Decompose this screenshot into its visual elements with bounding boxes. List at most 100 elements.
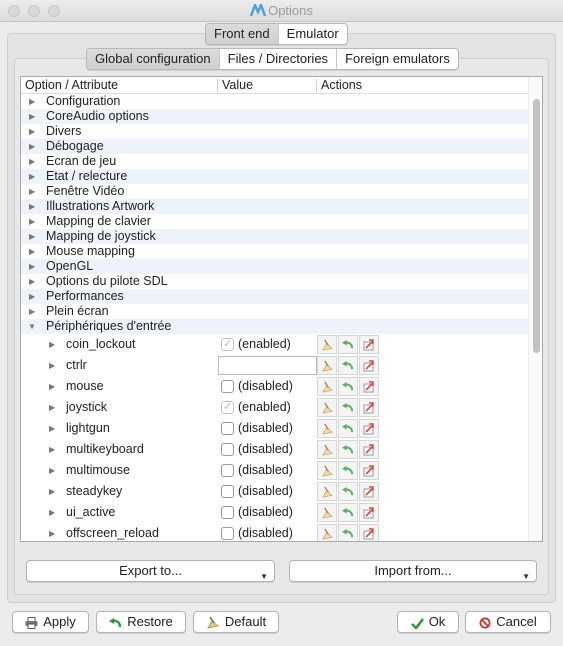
option-row-lightgun[interactable]: ▶ lightgun (disabled): [21, 418, 528, 439]
header-value[interactable]: Value: [218, 77, 253, 94]
tab-foreign-emulators[interactable]: Foreign emulators: [337, 49, 458, 69]
option-row-mouse[interactable]: ▶ mouse (disabled): [21, 376, 528, 397]
expand-arrow-icon[interactable]: ▶: [49, 460, 55, 481]
tab-files-directories[interactable]: Files / Directories: [220, 49, 338, 69]
export-button[interactable]: Export to... ▼: [26, 560, 275, 582]
revert-action-button[interactable]: [359, 503, 379, 522]
tree-category-row[interactable]: ▶ Débogage: [21, 139, 528, 154]
expand-arrow-icon[interactable]: ▶: [49, 502, 55, 523]
revert-action-button[interactable]: [359, 419, 379, 438]
expand-arrow-icon[interactable]: ▶: [29, 244, 35, 259]
tree-category-row[interactable]: ▶ CoreAudio options: [21, 109, 528, 124]
option-checkbox[interactable]: [221, 422, 234, 435]
revert-action-button[interactable]: [359, 398, 379, 417]
tree-category-row[interactable]: ▶ Etat / relecture: [21, 169, 528, 184]
option-row-offscreen-reload[interactable]: ▶ offscreen_reload (disabled): [21, 523, 528, 541]
restore-action-button[interactable]: [338, 482, 358, 501]
revert-action-button[interactable]: [359, 461, 379, 480]
scrollbar-thumb[interactable]: [533, 99, 540, 353]
expand-arrow-icon[interactable]: ▶: [29, 274, 35, 289]
tree-category-row[interactable]: ▶ Divers: [21, 124, 528, 139]
tree-category-row[interactable]: ▶ OpenGL: [21, 259, 528, 274]
option-checkbox[interactable]: [221, 443, 234, 456]
expand-arrow-icon[interactable]: ▶: [29, 229, 35, 244]
broom-action-button[interactable]: [317, 377, 337, 396]
options-tree[interactable]: Option / Attribute Value Actions ▶ Config…: [20, 76, 543, 542]
ok-button[interactable]: Ok: [397, 611, 459, 633]
revert-action-button[interactable]: [359, 524, 379, 541]
expand-arrow-icon[interactable]: ▶: [29, 214, 35, 229]
option-checkbox[interactable]: [221, 380, 234, 393]
tree-category-row[interactable]: ▶ Mapping de joystick: [21, 229, 528, 244]
broom-action-button[interactable]: [317, 461, 337, 480]
expand-arrow-icon[interactable]: ▶: [29, 109, 35, 124]
revert-action-button[interactable]: [359, 335, 379, 354]
restore-action-button[interactable]: [338, 440, 358, 459]
header-actions[interactable]: Actions: [317, 77, 362, 94]
broom-action-button[interactable]: [317, 440, 337, 459]
expand-arrow-icon[interactable]: ▶: [29, 289, 35, 304]
expand-arrow-icon[interactable]: ▶: [49, 334, 55, 355]
tree-category-row[interactable]: ▶ Mouse mapping: [21, 244, 528, 259]
restore-action-button[interactable]: [338, 524, 358, 541]
tree-category-row[interactable]: ▶ Mapping de clavier: [21, 214, 528, 229]
broom-action-button[interactable]: [317, 356, 337, 375]
broom-action-button[interactable]: [317, 482, 337, 501]
expand-arrow-icon[interactable]: ▶: [29, 139, 35, 154]
restore-button[interactable]: Restore: [96, 611, 186, 633]
option-row-coin-lockout[interactable]: ▶ coin_lockout (enabled): [21, 334, 528, 355]
collapse-arrow-icon[interactable]: ▼: [28, 319, 36, 334]
expand-arrow-icon[interactable]: ▶: [29, 169, 35, 184]
expand-arrow-icon[interactable]: ▶: [49, 418, 55, 439]
restore-action-button[interactable]: [338, 335, 358, 354]
revert-action-button[interactable]: [359, 482, 379, 501]
default-button[interactable]: Default: [193, 611, 279, 633]
restore-action-button[interactable]: [338, 377, 358, 396]
broom-action-button[interactable]: [317, 503, 337, 522]
tab-front-end[interactable]: Front end: [206, 24, 279, 44]
option-row-multikeyboard[interactable]: ▶ multikeyboard (disabled): [21, 439, 528, 460]
expand-arrow-icon[interactable]: ▶: [29, 154, 35, 169]
expand-arrow-icon[interactable]: ▶: [29, 124, 35, 139]
option-row-steadykey[interactable]: ▶ steadykey (disabled): [21, 481, 528, 502]
tree-category-row[interactable]: ▶ Options du pilote SDL: [21, 274, 528, 289]
expand-arrow-icon[interactable]: ▶: [49, 376, 55, 397]
expand-arrow-icon[interactable]: ▶: [49, 439, 55, 460]
tree-category-row[interactable]: ▶ Ecran de jeu: [21, 154, 528, 169]
broom-action-button[interactable]: [317, 398, 337, 417]
restore-action-button[interactable]: [338, 461, 358, 480]
expand-arrow-icon[interactable]: ▶: [29, 94, 35, 109]
option-row-multimouse[interactable]: ▶ multimouse (disabled): [21, 460, 528, 481]
tree-category-row[interactable]: ▶ Performances: [21, 289, 528, 304]
option-row-ctrlr[interactable]: ▶ ctrlr: [21, 355, 528, 376]
broom-action-button[interactable]: [317, 419, 337, 438]
expand-arrow-icon[interactable]: ▶: [49, 481, 55, 502]
tree-category-row[interactable]: ▶ Illustrations Artwork: [21, 199, 528, 214]
import-button[interactable]: Import from... ▼: [289, 560, 537, 582]
tree-category-row[interactable]: ▶ Configuration: [21, 94, 528, 109]
broom-action-button[interactable]: [317, 335, 337, 354]
broom-action-button[interactable]: [317, 524, 337, 541]
expand-arrow-icon[interactable]: ▶: [49, 523, 55, 541]
restore-action-button[interactable]: [338, 356, 358, 375]
apply-button[interactable]: Apply: [12, 611, 89, 633]
expand-arrow-icon[interactable]: ▶: [29, 259, 35, 274]
option-checkbox[interactable]: [221, 527, 234, 540]
option-checkbox[interactable]: [221, 506, 234, 519]
cancel-button[interactable]: Cancel: [465, 611, 551, 633]
expand-arrow-icon[interactable]: ▶: [29, 199, 35, 214]
option-checkbox[interactable]: [221, 485, 234, 498]
header-option-attribute[interactable]: Option / Attribute: [21, 77, 118, 94]
option-checkbox[interactable]: [221, 464, 234, 477]
expand-arrow-icon[interactable]: ▶: [49, 397, 55, 418]
option-row-ui-active[interactable]: ▶ ui_active (disabled): [21, 502, 528, 523]
expand-arrow-icon[interactable]: ▶: [29, 184, 35, 199]
vertical-scrollbar[interactable]: [528, 77, 542, 541]
option-checkbox[interactable]: [221, 397, 234, 418]
tree-category-row[interactable]: ▶ Fenêtre Vidéo: [21, 184, 528, 199]
option-row-joystick[interactable]: ▶ joystick (enabled): [21, 397, 528, 418]
revert-action-button[interactable]: [359, 440, 379, 459]
expand-arrow-icon[interactable]: ▶: [49, 355, 55, 376]
tree-category-row-expanded[interactable]: ▼ Périphériques d'entrée: [21, 319, 528, 334]
tree-category-row[interactable]: ▶ Plein écran: [21, 304, 528, 319]
